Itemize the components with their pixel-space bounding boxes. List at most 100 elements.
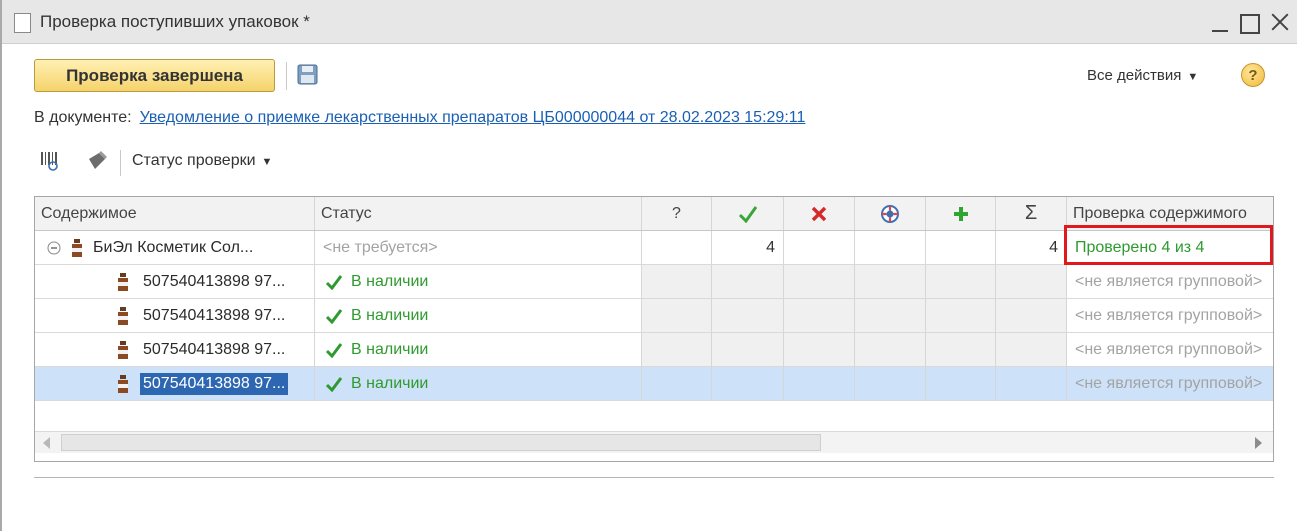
present-count-cell [712,265,784,298]
check-cell: <не является групповой> [1067,299,1273,332]
content-text: БиЭл Косметик Сол... [93,238,254,256]
unknown-cell [642,231,712,264]
content-cell[interactable]: 507540413898 97... [35,367,315,400]
maximize-icon[interactable] [1234,6,1262,38]
status-cell[interactable]: <не требуется> [315,231,642,264]
help-icon[interactable]: ? [1241,63,1265,87]
lifebuoy-count-cell [855,231,926,264]
header-missing[interactable] [784,197,855,230]
status-text: <не требуется> [323,238,438,256]
table-row-selected[interactable]: 507540413898 97... В наличии <не являетс… [35,367,1273,401]
status-text: В наличии [351,272,429,290]
check-cell: <не является групповой> [1067,265,1273,298]
lifebuoy-count-cell [855,333,926,366]
table-header: Содержимое Статус ? Σ Проверка содержимо… [35,197,1273,231]
missing-count-cell [784,265,855,298]
package-icon [72,238,82,257]
missing-count-cell [784,231,855,264]
title-bar[interactable]: Проверка поступивших упаковок * [2,0,1297,44]
check-cell: <не является групповой> [1067,333,1273,366]
check-cell: <не является групповой> [1067,367,1273,400]
finish-check-button[interactable]: Проверка завершена [34,59,275,92]
present-count-cell [712,333,784,366]
scanner-icon[interactable] [86,150,108,172]
plus-icon [953,206,968,221]
status-filter-menu[interactable]: Статус проверки ▼ [132,152,272,170]
header-check-content[interactable]: Проверка содержимого [1067,197,1273,230]
bottom-divider [34,477,1274,478]
window: Проверка поступивших упаковок * Проверка… [0,0,1297,531]
missing-count-cell [784,333,855,366]
status-cell[interactable]: В наличии [315,333,642,366]
scroll-left-icon[interactable] [43,437,50,449]
package-icon [118,306,128,325]
header-sum[interactable]: Σ [996,197,1067,230]
sum-cell [996,299,1067,332]
present-count-cell: 4 [712,231,784,264]
minimize-icon[interactable] [1206,6,1234,38]
scrollbar-thumb[interactable] [61,434,821,451]
add-count-cell [926,265,996,298]
header-add[interactable] [926,197,996,230]
unknown-cell [642,265,712,298]
toolbar-divider [286,62,287,90]
content-text: 507540413898 97... [143,272,286,290]
table-row[interactable]: 507540413898 97... В наличии <не являетс… [35,299,1273,333]
document-icon [14,13,31,33]
check-text: Проверено 4 из 4 [1075,238,1205,256]
content-text: 507540413898 97... [140,372,289,395]
header-lifebuoy[interactable] [855,197,926,230]
lifebuoy-count-cell [855,265,926,298]
sum-cell [996,265,1067,298]
content-cell[interactable]: 507540413898 97... [35,265,315,298]
checkmark-icon [325,342,343,358]
window-title: Проверка поступивших упаковок * [40,12,310,31]
present-count-cell [712,299,784,332]
barcode-search-icon[interactable] [40,150,60,172]
horizontal-scrollbar[interactable] [35,431,1273,453]
status-cell[interactable]: В наличии [315,367,642,400]
scroll-right-icon[interactable] [1255,437,1262,449]
lifebuoy-icon [881,204,899,223]
checkmark-icon [325,376,343,392]
content-cell[interactable]: 507540413898 97... [35,299,315,332]
present-count-cell [712,367,784,400]
unknown-cell [642,367,712,400]
status-cell[interactable]: В наличии [315,299,642,332]
content-text: 507540413898 97... [143,306,286,324]
status-text: В наличии [351,340,429,358]
cross-icon [811,206,827,221]
status-cell[interactable]: В наличии [315,265,642,298]
sum-cell [996,333,1067,366]
chevron-down-icon: ▼ [1187,71,1199,83]
check-text: <не является групповой> [1075,374,1263,392]
checkmark-icon [325,308,343,324]
unknown-cell [642,333,712,366]
table-toolbar-divider [120,150,121,176]
content-cell[interactable]: БиЭл Косметик Сол... [35,231,315,264]
close-icon[interactable] [1264,6,1292,38]
collapse-icon[interactable] [47,241,61,255]
save-icon[interactable] [297,64,318,85]
header-content[interactable]: Содержимое [35,197,315,230]
packages-table[interactable]: Содержимое Статус ? Σ Проверка содержимо… [34,196,1274,462]
content-cell[interactable]: 507540413898 97... [35,333,315,366]
checkmark-icon [738,205,757,223]
add-count-cell [926,367,996,400]
chevron-down-icon: ▼ [261,156,273,168]
check-text: <не является групповой> [1075,272,1263,290]
status-filter-label: Статус проверки [132,152,256,169]
all-actions-menu[interactable]: Все действия ▼ [1087,67,1198,84]
add-count-cell [926,231,996,264]
header-status[interactable]: Статус [315,197,642,230]
status-text: В наличии [351,306,429,324]
package-icon [118,340,128,359]
table-row-group[interactable]: БиЭл Косметик Сол... <не требуется> 4 4 … [35,231,1273,265]
package-icon [118,374,128,393]
table-row[interactable]: 507540413898 97... В наличии <не являетс… [35,333,1273,367]
document-link[interactable]: Уведомление о приемке лекарственных преп… [140,109,806,126]
header-unknown[interactable]: ? [642,197,712,230]
table-row[interactable]: 507540413898 97... В наличии <не являетс… [35,265,1273,299]
header-present[interactable] [712,197,784,230]
sum-cell [996,367,1067,400]
